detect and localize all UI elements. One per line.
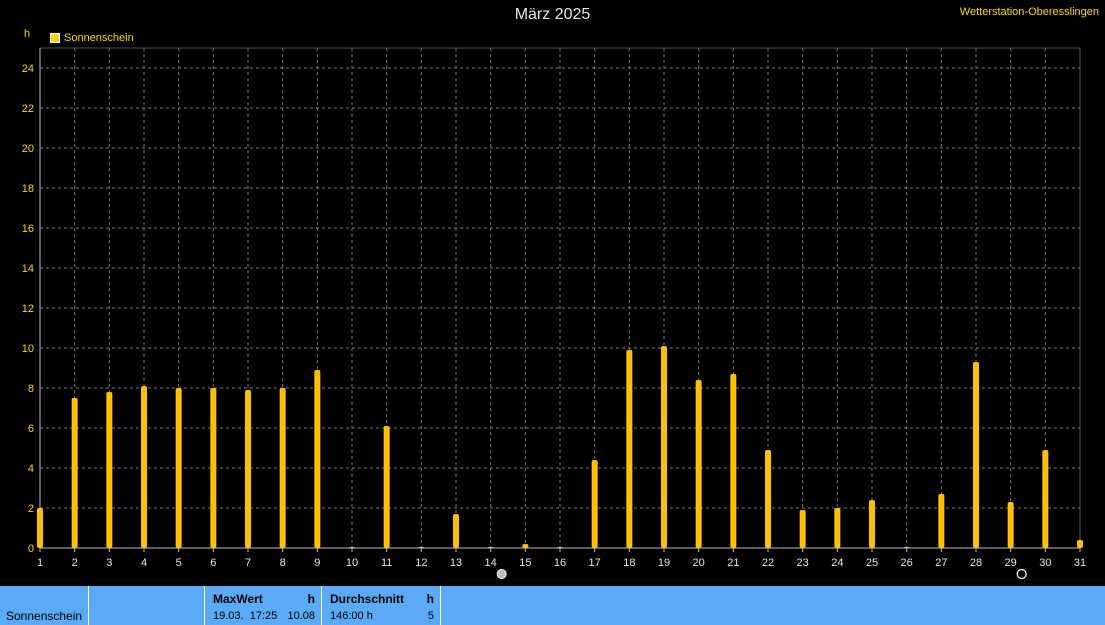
bar-14 — [487, 547, 494, 548]
x-tick-label: 6 — [210, 557, 216, 569]
max-unit: h — [307, 592, 315, 606]
bar-1 — [37, 508, 43, 548]
bar-3 — [106, 392, 113, 548]
bar-31 — [1077, 540, 1083, 548]
bar-16 — [557, 547, 563, 548]
bar-22 — [765, 450, 771, 548]
bar-26 — [903, 547, 910, 548]
x-tick-label: 15 — [519, 557, 531, 569]
x-tick-label: 23 — [797, 557, 809, 569]
x-tick-label: 30 — [1039, 557, 1051, 569]
y-tick-label: 4 — [28, 463, 34, 475]
x-tick-label: 8 — [280, 557, 286, 569]
x-tick-label: 24 — [831, 557, 843, 569]
bar-17 — [591, 460, 598, 548]
bar-23 — [799, 510, 806, 548]
bar-28 — [973, 362, 979, 548]
bar-7 — [245, 390, 251, 548]
stats-empty-cell — [89, 586, 205, 625]
x-tick-label: 26 — [901, 557, 913, 569]
avg-value: 5 — [427, 610, 434, 622]
avg-unit: h — [426, 592, 434, 606]
y-tick-label: 6 — [28, 423, 34, 435]
y-tick-label: 2 — [28, 503, 34, 515]
max-datetime: 19.03. 17:25 — [213, 610, 277, 622]
bar-5 — [175, 388, 182, 548]
x-tick-label: 7 — [245, 557, 251, 569]
x-tick-label: 3 — [106, 557, 112, 569]
x-tick-label: 17 — [589, 557, 601, 569]
x-tick-label: 28 — [970, 557, 982, 569]
x-tick-label: 21 — [727, 557, 739, 569]
max-value: 10.08 — [287, 610, 315, 622]
y-tick-label: 20 — [22, 143, 34, 155]
y-tick-label: 10 — [22, 343, 34, 355]
bar-13 — [453, 514, 459, 548]
bar-11 — [383, 426, 390, 548]
y-axis-label: h — [24, 28, 30, 40]
stats-max-cell: MaxWert h 19.03. 17:25 10.08 — [205, 586, 322, 625]
stats-avg-cell: Durchschnitt h 146:00 h 5 — [322, 586, 441, 625]
x-tick-label: 29 — [1005, 557, 1017, 569]
max-label: MaxWert — [213, 592, 263, 606]
avg-label: Durchschnitt — [330, 592, 405, 606]
bar-30 — [1042, 450, 1049, 548]
x-tick-label: 2 — [72, 557, 78, 569]
x-tick-label: 1 — [37, 557, 43, 569]
x-tick-label: 22 — [762, 557, 774, 569]
bar-15 — [522, 544, 529, 548]
bar-20 — [695, 380, 702, 548]
bar-18 — [626, 350, 633, 548]
x-tick-label: 11 — [381, 557, 392, 569]
x-tick-label: 4 — [141, 557, 147, 569]
bar-27 — [938, 494, 945, 548]
bar-19 — [661, 346, 667, 548]
x-tick-label: 18 — [623, 557, 635, 569]
bar-6 — [210, 388, 217, 548]
x-tick-label: 20 — [693, 557, 705, 569]
chart: 024681012141618202224h1 2 3 4 5 6 7 8 9 10 11 12 13 1… — [22, 28, 1086, 580]
y-tick-label: 16 — [22, 223, 34, 235]
bar-2 — [71, 398, 78, 548]
y-tick-label: 14 — [22, 263, 34, 275]
bar-10 — [349, 547, 355, 548]
x-tick-label: 13 — [450, 557, 462, 569]
x-tick-label: 25 — [866, 557, 878, 569]
x-tick-label: 19 — [658, 557, 670, 569]
new-moon-icon — [1016, 568, 1027, 580]
x-tick-label: 31 — [1074, 557, 1086, 569]
full-moon-icon — [496, 569, 507, 579]
bar-29 — [1007, 502, 1014, 548]
bar-21 — [730, 374, 737, 548]
x-tick-label: 27 — [935, 557, 947, 569]
y-tick-label: 24 — [22, 63, 34, 75]
x-tick-label: 12 — [415, 557, 427, 569]
bar-9 — [314, 370, 321, 548]
y-tick-label: 18 — [22, 183, 34, 195]
bar-12 — [418, 547, 425, 548]
bar-4 — [141, 386, 147, 548]
bar-24 — [834, 508, 841, 548]
x-tick-label: 5 — [176, 557, 182, 569]
x-tick-label: 16 — [554, 557, 566, 569]
x-tick-label: 10 — [346, 557, 358, 569]
bar-25 — [869, 500, 875, 548]
stats-series-cell: Sonnenschein — [0, 586, 89, 625]
stats-bar: Sonnenschein MaxWert h 19.03. 17:25 10.0… — [0, 586, 1105, 625]
y-tick-label: 8 — [28, 383, 34, 395]
y-tick-label: 12 — [22, 303, 34, 315]
stats-series-name: Sonnenschein — [6, 609, 83, 623]
bar-8 — [279, 388, 286, 548]
y-tick-label: 0 — [28, 543, 34, 555]
max-time: 17:25 — [249, 610, 278, 622]
x-tick-label: 14 — [485, 557, 497, 569]
y-tick-label: 22 — [22, 103, 34, 115]
avg-total: 146:00 h — [330, 610, 373, 622]
max-date: 19.03. — [213, 610, 244, 622]
x-tick-label: 9 — [314, 557, 320, 569]
